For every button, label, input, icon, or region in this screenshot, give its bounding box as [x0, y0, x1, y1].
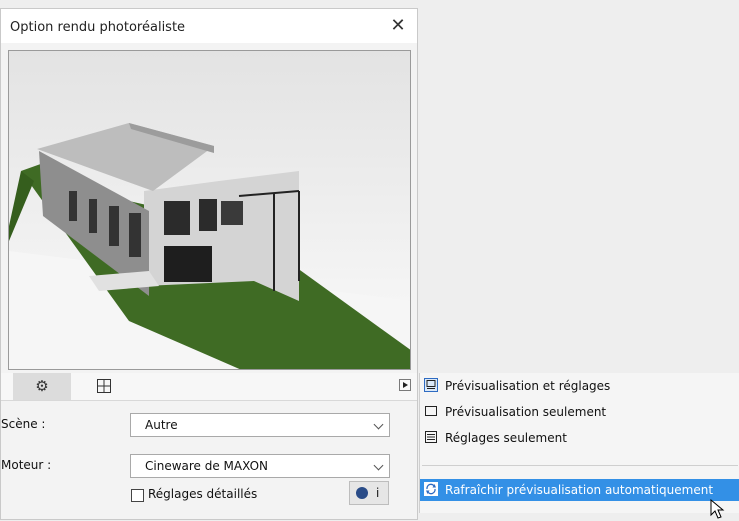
engine-select-value: Cineware de MAXON: [145, 459, 268, 473]
menu-separator: [422, 465, 738, 466]
render-preview-image: [8, 50, 411, 370]
menu-item-label: Réglages seulement: [445, 431, 567, 445]
preview-options-menu: Prévisualisation et réglages Prévisualis…: [419, 373, 739, 519]
scene-select-value: Autre: [145, 418, 178, 432]
detailed-settings-checkbox[interactable]: [131, 489, 144, 502]
engine-info-button[interactable]: i: [349, 481, 389, 505]
preview-settings-icon: [424, 378, 438, 392]
panel-tab-bar: ⚙: [1, 373, 417, 401]
gear-icon[interactable]: ⚙: [27, 375, 57, 397]
house-render-illustration: [9, 51, 410, 369]
cinema4d-logo-icon: [356, 487, 368, 499]
engine-select[interactable]: Cineware de MAXON: [130, 454, 390, 478]
chevron-down-icon: [373, 419, 384, 430]
menu-item-auto-refresh-preview[interactable]: Rafraîchir prévisualisation automatiquem…: [420, 479, 739, 501]
crosshair-grid-icon[interactable]: [89, 375, 119, 397]
scene-label: Scène :: [1, 417, 46, 431]
scene-select[interactable]: Autre: [130, 413, 390, 437]
menu-item-preview-and-settings[interactable]: Prévisualisation et réglages: [420, 375, 739, 397]
preview-only-icon: [424, 404, 438, 418]
menu-item-preview-only[interactable]: Prévisualisation seulement: [420, 401, 739, 423]
menu-item-label: Rafraîchir prévisualisation automatiquem…: [445, 483, 714, 497]
close-icon[interactable]: ✕: [387, 15, 409, 37]
panel-title: Option rendu photoréaliste: [10, 20, 186, 35]
settings-list-icon: [424, 430, 438, 444]
menu-item-label: Prévisualisation seulement: [445, 405, 607, 419]
refresh-icon: [424, 482, 438, 496]
engine-label: Moteur :: [1, 458, 52, 472]
chevron-down-icon: [373, 460, 384, 471]
menu-item-settings-only[interactable]: Réglages seulement: [420, 427, 739, 449]
title-bar: Option rendu photoréaliste ✕: [1, 9, 417, 43]
detailed-settings-label: Réglages détaillés: [148, 487, 258, 501]
options-menu-arrow-button[interactable]: [399, 379, 411, 391]
mouse-cursor-icon: [710, 499, 725, 519]
menu-item-label: Prévisualisation et réglages: [445, 379, 611, 393]
render-options-panel: Option rendu photoréaliste ✕ ⚙ Scène: A…: [0, 8, 418, 520]
info-icon: i: [376, 486, 380, 500]
